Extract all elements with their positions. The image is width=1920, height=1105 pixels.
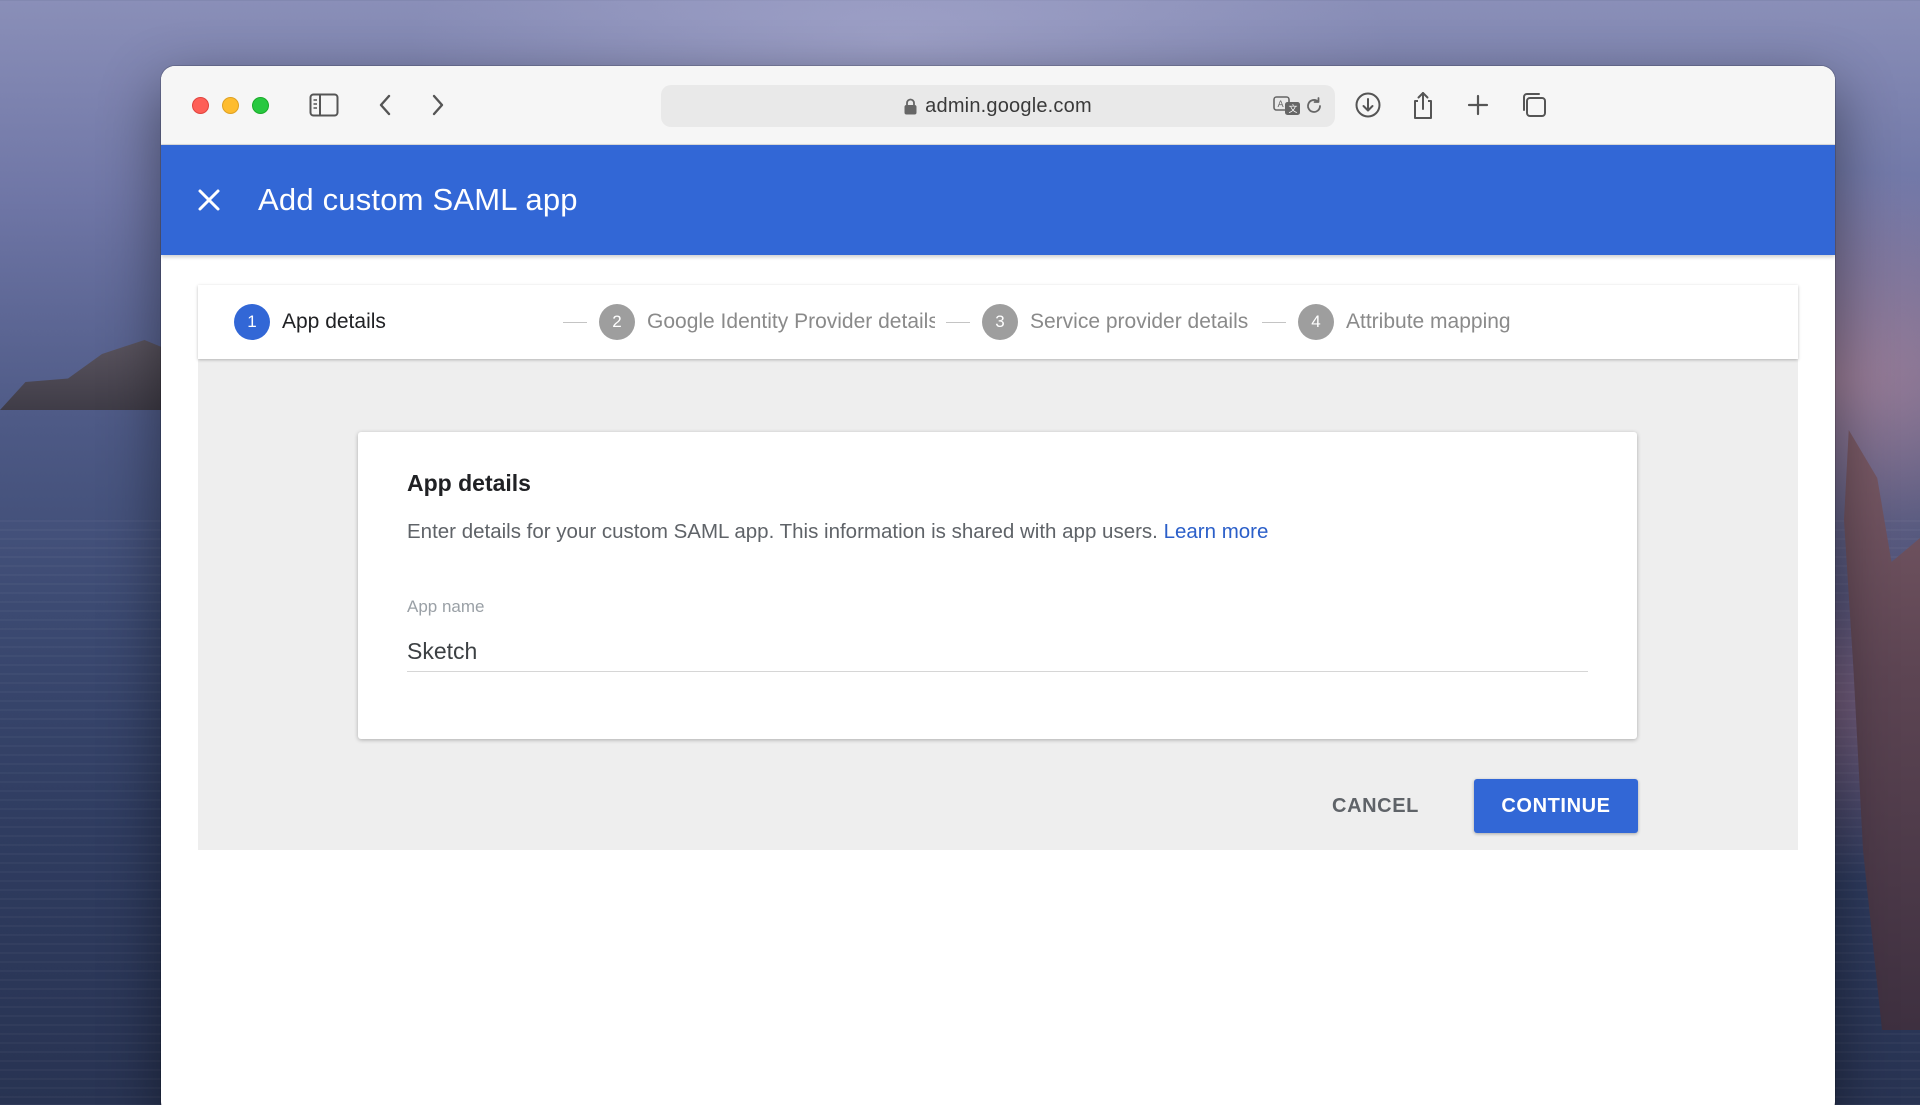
window-close-button[interactable] xyxy=(192,97,209,114)
step-label: App details xyxy=(282,310,386,333)
app-name-label: App name xyxy=(407,597,485,616)
app-name-input[interactable] xyxy=(407,632,1588,672)
step-service-provider-details[interactable]: 3 Service provider details xyxy=(982,285,1248,359)
share-icon[interactable] xyxy=(1406,88,1440,122)
continue-button[interactable]: CONTINUE xyxy=(1474,779,1638,833)
card-title: App details xyxy=(407,470,531,496)
card-description: Enter details for your custom SAML app. … xyxy=(407,520,1268,544)
browser-window: admin.google.com A文 Add custom SAML app xyxy=(161,66,1835,1105)
url-text: admin.google.com xyxy=(925,94,1092,117)
app-header: Add custom SAML app xyxy=(161,145,1835,255)
step-connector xyxy=(563,322,587,323)
step-attribute-mapping[interactable]: 4 Attribute mapping xyxy=(1298,285,1511,359)
stepper: 1 App details 2 Google Identity Provider… xyxy=(198,285,1798,359)
step-number: 4 xyxy=(1298,304,1334,340)
plus-icon[interactable] xyxy=(1461,88,1495,122)
step-connector xyxy=(1262,322,1286,323)
step-number: 3 xyxy=(982,304,1018,340)
step-connector xyxy=(946,322,970,323)
description-text: Enter details for your custom SAML app. … xyxy=(407,520,1158,543)
chevron-left-icon[interactable] xyxy=(368,88,402,122)
window-minimize-button[interactable] xyxy=(222,97,239,114)
step-number: 1 xyxy=(234,304,270,340)
tab-overview-icon[interactable] xyxy=(1517,88,1551,122)
learn-more-link[interactable]: Learn more xyxy=(1164,520,1269,543)
download-icon[interactable] xyxy=(1351,88,1385,122)
window-zoom-button[interactable] xyxy=(252,97,269,114)
cancel-button[interactable]: CANCEL xyxy=(1323,779,1428,833)
browser-toolbar: admin.google.com A文 xyxy=(161,66,1835,145)
app-details-card: App details Enter details for your custo… xyxy=(358,432,1637,739)
page-title: Add custom SAML app xyxy=(258,182,578,217)
close-icon[interactable] xyxy=(189,180,229,220)
reload-icon[interactable] xyxy=(1297,89,1331,123)
step-google-idp-details[interactable]: 2 Google Identity Provider details xyxy=(599,285,935,359)
address-bar[interactable]: admin.google.com A文 xyxy=(661,85,1335,127)
step-number: 2 xyxy=(599,304,635,340)
step-label: Attribute mapping xyxy=(1346,310,1511,333)
step-app-details[interactable]: 1 App details xyxy=(234,285,386,359)
step-label: Service provider details xyxy=(1030,310,1249,333)
sidebar-toggle-icon[interactable] xyxy=(307,88,341,122)
chevron-right-icon[interactable] xyxy=(421,88,455,122)
svg-text:A: A xyxy=(1278,100,1285,110)
lock-icon xyxy=(904,98,917,115)
step-label: Google Identity Provider details xyxy=(647,310,935,333)
